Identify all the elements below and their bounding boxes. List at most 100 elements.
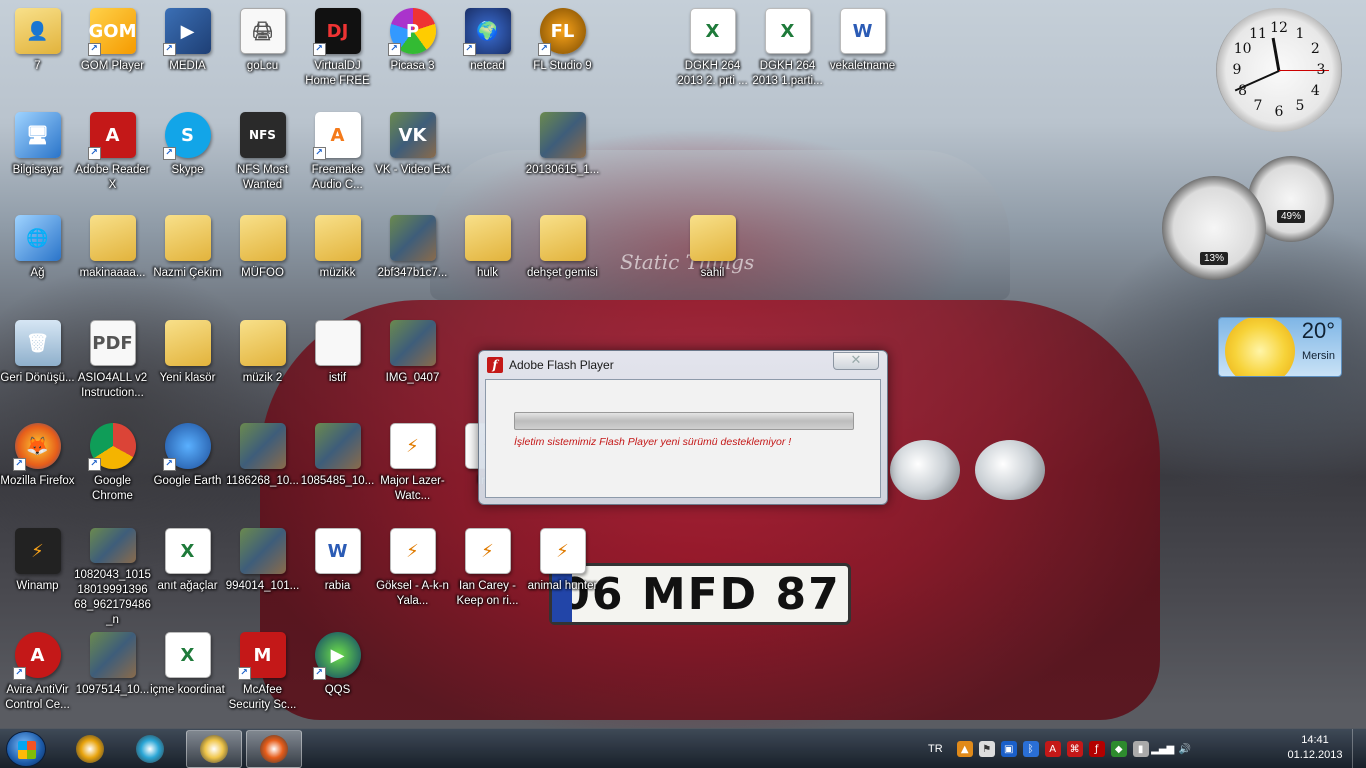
- desktop-icon-label: Bilgisayar: [12, 164, 63, 176]
- language-indicator[interactable]: TR: [928, 743, 943, 755]
- desktop-icon-label: Skype: [171, 164, 204, 176]
- desktop-icon[interactable]: 🖥 Bilgisayar: [0, 112, 75, 212]
- desktop-icon[interactable]: X DGKH 264 2013 2. prti ...: [675, 8, 750, 108]
- clock-gadget[interactable]: 12 1 2 3 4 5 6 7 8 9 10 11: [1216, 8, 1342, 132]
- desktop-icon-label: Avira AntiVir Control Ce...: [5, 684, 70, 711]
- desktop-icon[interactable]: 👤 7: [0, 8, 75, 108]
- desktop-icon[interactable]: A ↗ Avira AntiVir Control Ce...: [0, 632, 75, 732]
- network-tray-icon[interactable]: ▣: [1000, 741, 1017, 757]
- desktop-icon[interactable]: 1085485_10...: [300, 423, 375, 523]
- desktop-icon[interactable]: Xiçme koordinat: [150, 632, 225, 732]
- taskbar-chrome-button[interactable]: [62, 730, 118, 768]
- desktop-icon[interactable]: müzik 2: [225, 320, 300, 420]
- shortcut-arrow-icon: ↗: [312, 667, 326, 680]
- taskbar-explorer-button[interactable]: [186, 730, 242, 768]
- desktop-icon[interactable]: dehşet gemisi: [525, 215, 600, 315]
- avira-icon: A ↗: [12, 632, 61, 680]
- taskbar-qqs-button[interactable]: [122, 730, 178, 768]
- desktop-icon[interactable]: 1186268_10...: [225, 423, 300, 523]
- desktop-icon[interactable]: hulk: [450, 215, 525, 315]
- vlc-icon: ⚡: [464, 528, 511, 574]
- desktop-icon[interactable]: ⚡ Winamp: [0, 528, 75, 628]
- usb-tray-icon[interactable]: ▮: [1132, 741, 1149, 757]
- shortcut-arrow-icon: ↗: [87, 458, 101, 471]
- desktop-icon[interactable]: VK VK - Video Ext: [375, 112, 450, 212]
- desktop-icon[interactable]: 2bf347b1c7...: [375, 215, 450, 315]
- clock-numeral: 12: [1270, 20, 1288, 36]
- desktop-icon[interactable]: 🖨 goLcu: [225, 8, 300, 108]
- progress-bar: [514, 412, 854, 430]
- desktop-icon[interactable]: ⚡ Göksel - A-k-n Yala...: [375, 528, 450, 628]
- desktop-icon[interactable]: makinaaaa...: [75, 215, 150, 315]
- desktop-icon[interactable]: P ↗ Picasa 3: [375, 8, 450, 108]
- bluetooth-tray-icon[interactable]: ᛒ: [1022, 741, 1039, 757]
- desktop-icon-label: 20130615_1...: [525, 164, 600, 176]
- desktop-icon[interactable]: Xanıt ağaçlar: [150, 528, 225, 628]
- desktop-icon[interactable]: ↗ Google Earth: [150, 423, 225, 523]
- weather-gadget[interactable]: 20° Mersin: [1218, 317, 1342, 377]
- desktop-icon[interactable]: 994014_101...: [225, 528, 300, 628]
- cpu-gauge[interactable]: 13%: [1162, 176, 1266, 280]
- desktop-icon[interactable]: PDF ASIO4ALL v2 Instruction...: [75, 320, 150, 420]
- desktop-icon[interactable]: ⚡ animal hunter: [525, 528, 600, 628]
- desktop-icon[interactable]: GOM ↗ GOM Player: [75, 8, 150, 108]
- flash-tray-icon[interactable]: ƒ: [1088, 741, 1105, 757]
- update-tray-icon[interactable]: ◆: [1110, 741, 1127, 757]
- close-button[interactable]: ✕: [833, 352, 879, 370]
- desktop-icon[interactable]: sahil: [675, 215, 750, 315]
- photo-icon: [89, 528, 136, 563]
- acrobat-tray-icon[interactable]: ⌘: [1066, 741, 1083, 757]
- desktop-icon[interactable]: MÜFOO: [225, 215, 300, 315]
- desktop-icon[interactable]: NFS NFS Most Wanted: [225, 112, 300, 212]
- nfs-icon: NFS: [239, 112, 286, 158]
- clock-numeral: 9: [1232, 62, 1242, 78]
- desktop-icon-label: dehşet gemisi: [527, 267, 598, 279]
- desktop-icon[interactable]: ⚡ Major Lazer- Watc...: [375, 423, 450, 523]
- clock-numeral: 5: [1295, 98, 1305, 115]
- vlc-tray-icon[interactable]: ▲: [956, 741, 973, 757]
- dialog-titlebar[interactable]: f Adobe Flash Player: [487, 357, 614, 373]
- desktop-icon-label: sahil: [700, 267, 725, 279]
- folder-icon: [164, 320, 211, 366]
- desktop-icon[interactable]: FL ↗ FL Studio 9: [525, 8, 600, 108]
- desktop-icon[interactable]: müzikk: [300, 215, 375, 315]
- shortcut-arrow-icon: ↗: [312, 43, 326, 56]
- desktop-icon[interactable]: A ↗ Freemake Audio C...: [300, 112, 375, 212]
- clock-numeral: 1: [1295, 25, 1305, 42]
- desktop-icon-label: 1082043_1015 18019991396 68_962179486 _n: [74, 569, 151, 626]
- desktop-icon[interactable]: ▶ ↗ QQS: [300, 632, 375, 732]
- start-button[interactable]: [6, 731, 46, 767]
- desktop-icon[interactable]: 🦊 ↗ Mozilla Firefox: [0, 423, 75, 523]
- desktop-icon[interactable]: ↗ Google Chrome: [75, 423, 150, 523]
- desktop-icon[interactable]: istif: [300, 320, 375, 420]
- desktop-icon[interactable]: 1097514_10...: [75, 632, 150, 732]
- desktop-icon[interactable]: IMG_0407: [375, 320, 450, 420]
- taskbar-clock[interactable]: 14:41 01.12.2013: [1286, 733, 1344, 763]
- desktop-icon[interactable]: 1082043_1015 18019991396 68_962179486 _n: [74, 528, 151, 628]
- show-desktop-button[interactable]: [1352, 729, 1366, 768]
- clock-numeral: 8: [1238, 83, 1248, 99]
- desktop-icon[interactable]: M ↗ McAfee Security Sc...: [225, 632, 300, 732]
- flag-tray-icon[interactable]: ⚑: [978, 741, 995, 757]
- signal-tray-icon[interactable]: ▂▄▆: [1151, 741, 1174, 757]
- desktop-icon[interactable]: 🗑 Geri Dönüşü...: [0, 320, 75, 420]
- clock-numeral: 3: [1316, 62, 1326, 78]
- desktop-icon[interactable]: Nazmi Çekim: [150, 215, 225, 315]
- desktop-icon[interactable]: A ↗ Adobe Reader X: [75, 112, 150, 212]
- desktop-icon[interactable]: Wvekaletname: [825, 8, 900, 108]
- desktop-icon[interactable]: ▶ ↗ MEDIA: [150, 8, 225, 108]
- desktop-icon[interactable]: Yeni klasör: [150, 320, 225, 420]
- desktop-icon[interactable]: S ↗ Skype: [150, 112, 225, 212]
- taskbar-firefox-button[interactable]: [246, 730, 302, 768]
- desktop-icon[interactable]: 🌍 ↗ netcad: [450, 8, 525, 108]
- desktop-icon[interactable]: Wrabia: [300, 528, 375, 628]
- desktop-icon-label: içme koordinat: [150, 684, 225, 696]
- desktop-icon[interactable]: ⚡ Ian Carey - Keep on ri...: [450, 528, 525, 628]
- volume-tray-icon[interactable]: 🔊: [1177, 741, 1193, 757]
- desktop-icon[interactable]: X DGKH 264 2013 1.parti...: [750, 8, 825, 108]
- dialog-title: Adobe Flash Player: [509, 358, 614, 372]
- desktop-icon[interactable]: 20130615_1...: [525, 112, 600, 212]
- desktop-icon[interactable]: DJ ↗ VirtualDJ Home FREE: [300, 8, 375, 108]
- desktop-icon[interactable]: 🌐 Ağ: [0, 215, 75, 315]
- avira-tray-icon[interactable]: A: [1044, 741, 1061, 757]
